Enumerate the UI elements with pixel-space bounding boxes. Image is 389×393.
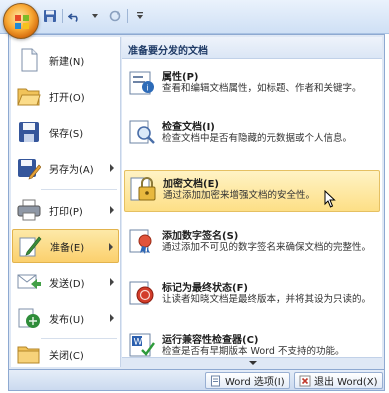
properties-icon: i bbox=[129, 71, 154, 95]
inspect-document-icon bbox=[129, 120, 155, 144]
submenu-title: 准备要分发的文档 bbox=[128, 46, 208, 57]
submenu-item-description: 检查文档中是否有隐藏的元数据或个人信息。 bbox=[162, 133, 353, 144]
submenu-arrow-icon bbox=[110, 206, 114, 214]
submenu-item-encrypt[interactable]: 加密文档(E) 通过添加加密来增强文档的安全性。 bbox=[124, 170, 380, 212]
office-button[interactable] bbox=[3, 3, 39, 39]
menu-item-label: 打印(P) bbox=[49, 206, 83, 218]
menu-item-label: 打开(O) bbox=[49, 92, 85, 104]
exit-word-label: 退出 Word(X) bbox=[314, 377, 378, 388]
menu-item-label: 新建(N) bbox=[49, 56, 85, 68]
menu-item-label: 保存(S) bbox=[49, 128, 84, 140]
redo-icon[interactable] bbox=[107, 8, 123, 24]
mark-final-icon bbox=[129, 281, 154, 305]
submenu-scroll-down[interactable] bbox=[122, 357, 382, 367]
title-bar bbox=[0, 0, 389, 34]
toolbar-separator bbox=[127, 9, 128, 23]
chevron-down-icon bbox=[249, 361, 257, 365]
submenu-item-title: 添加数字签名(S) bbox=[162, 231, 239, 242]
submenu-item-inspect[interactable]: 检查文档(I) 检查文档中是否有隐藏的元数据或个人信息。 bbox=[124, 114, 380, 160]
customize-qat-icon[interactable] bbox=[132, 8, 148, 24]
submenu-item-description: 让读者知晓文档是最终版本，并将其设为只读的。 bbox=[162, 294, 372, 305]
digital-signature-icon bbox=[129, 229, 152, 254]
office-menu-footer: Word 选项(I) 退出 Word(X) bbox=[8, 370, 385, 391]
submenu-arrow-icon bbox=[109, 243, 113, 251]
word-options-button[interactable]: Word 选项(I) bbox=[205, 372, 290, 389]
svg-text:i: i bbox=[147, 84, 149, 93]
exit-icon bbox=[299, 375, 311, 386]
submenu-item-signature[interactable]: 添加数字签名(S) 通过添加不可见的数字签名来确保文档的完整性。 bbox=[124, 223, 380, 269]
submenu-arrow-icon bbox=[110, 164, 114, 172]
menu-item-save[interactable]: 保存(S) bbox=[12, 115, 119, 149]
compatibility-check-icon: W bbox=[129, 333, 155, 357]
prepare-pen-icon bbox=[17, 233, 43, 259]
menu-item-send[interactable]: 发送(D) bbox=[12, 265, 119, 299]
submenu-arrow-icon bbox=[110, 314, 114, 322]
printer-icon bbox=[16, 197, 42, 223]
new-document-icon bbox=[16, 47, 42, 73]
submenu-item-description: 查看和编辑文档属性，如标题、作者和关键字。 bbox=[162, 83, 362, 94]
submenu-header: 准备要分发的文档 bbox=[122, 37, 382, 59]
submenu-item-title: 标记为最终状态(F) bbox=[162, 283, 248, 294]
submenu-item-mark-final[interactable]: 标记为最终状态(F) 让读者知晓文档是最终版本，并将其设为只读的。 bbox=[124, 275, 380, 321]
word-options-label: Word 选项(I) bbox=[225, 377, 285, 388]
submenu-item-description: 通过添加不可见的数字签名来确保文档的完整性。 bbox=[162, 242, 372, 253]
save-icon bbox=[16, 119, 42, 145]
save-as-icon bbox=[16, 155, 42, 181]
menu-item-prepare[interactable]: 准备(E) bbox=[12, 229, 119, 263]
prepare-submenu: 准备要分发的文档 i 属性(P) 查看和编辑文档属性，如标题、作者和关键字。 检… bbox=[122, 37, 382, 367]
submenu-item-properties[interactable]: i 属性(P) 查看和编辑文档属性，如标题、作者和关键字。 bbox=[124, 64, 380, 110]
menu-item-new[interactable]: 新建(N) bbox=[12, 43, 119, 77]
options-document-icon bbox=[211, 375, 220, 386]
submenu-item-title: 加密文档(E) bbox=[163, 179, 219, 190]
quick-access-toolbar bbox=[42, 6, 148, 26]
toolbar-separator bbox=[62, 9, 63, 23]
menu-item-label: 另存为(A) bbox=[49, 164, 94, 176]
office-logo-icon bbox=[15, 15, 29, 29]
menu-item-open[interactable]: 打开(O) bbox=[12, 79, 119, 113]
menu-item-close[interactable]: 关闭(C) bbox=[12, 337, 119, 371]
close-folder-icon bbox=[16, 341, 42, 367]
svg-text:W: W bbox=[134, 338, 143, 348]
open-folder-icon bbox=[16, 83, 42, 109]
mouse-cursor-icon bbox=[324, 190, 336, 208]
menu-item-label: 关闭(C) bbox=[49, 350, 84, 362]
submenu-item-title: 检查文档(I) bbox=[162, 122, 215, 133]
word-office-menu-window: 新建(N) 打开(O) 保存(S) 另存为(A) 打印(P) 准备(E) 发送(… bbox=[0, 0, 389, 393]
menu-item-publish[interactable]: 发布(U) bbox=[12, 301, 119, 335]
submenu-item-title: 运行兼容性检查器(C) bbox=[162, 335, 259, 346]
submenu-item-compatibility[interactable]: W 运行兼容性检查器(C) 检查是否有早期版本 Word 不支持的功能。 bbox=[124, 327, 380, 357]
menu-separator bbox=[41, 189, 117, 190]
submenu-arrow-icon bbox=[110, 278, 114, 286]
exit-word-button[interactable]: 退出 Word(X) bbox=[294, 372, 383, 389]
menu-item-label: 准备(E) bbox=[50, 242, 85, 254]
submenu-item-title: 属性(P) bbox=[162, 72, 199, 83]
save-icon[interactable] bbox=[42, 8, 58, 24]
submenu-item-description: 通过添加加密来增强文档的安全性。 bbox=[163, 190, 316, 201]
publish-icon bbox=[16, 305, 42, 331]
menu-item-label: 发送(D) bbox=[49, 278, 85, 290]
undo-dropdown-icon[interactable] bbox=[87, 8, 103, 24]
menu-item-label: 发布(U) bbox=[49, 314, 85, 326]
menu-item-save-as[interactable]: 另存为(A) bbox=[12, 151, 119, 185]
undo-icon[interactable] bbox=[67, 8, 83, 24]
submenu-item-description: 检查是否有早期版本 Word 不支持的功能。 bbox=[162, 346, 345, 357]
menu-item-print[interactable]: 打印(P) bbox=[12, 193, 119, 227]
send-icon bbox=[16, 269, 42, 295]
office-menu-commands: 新建(N) 打开(O) 保存(S) 另存为(A) 打印(P) 准备(E) 发送(… bbox=[11, 37, 121, 367]
encrypt-lock-icon bbox=[130, 177, 156, 201]
